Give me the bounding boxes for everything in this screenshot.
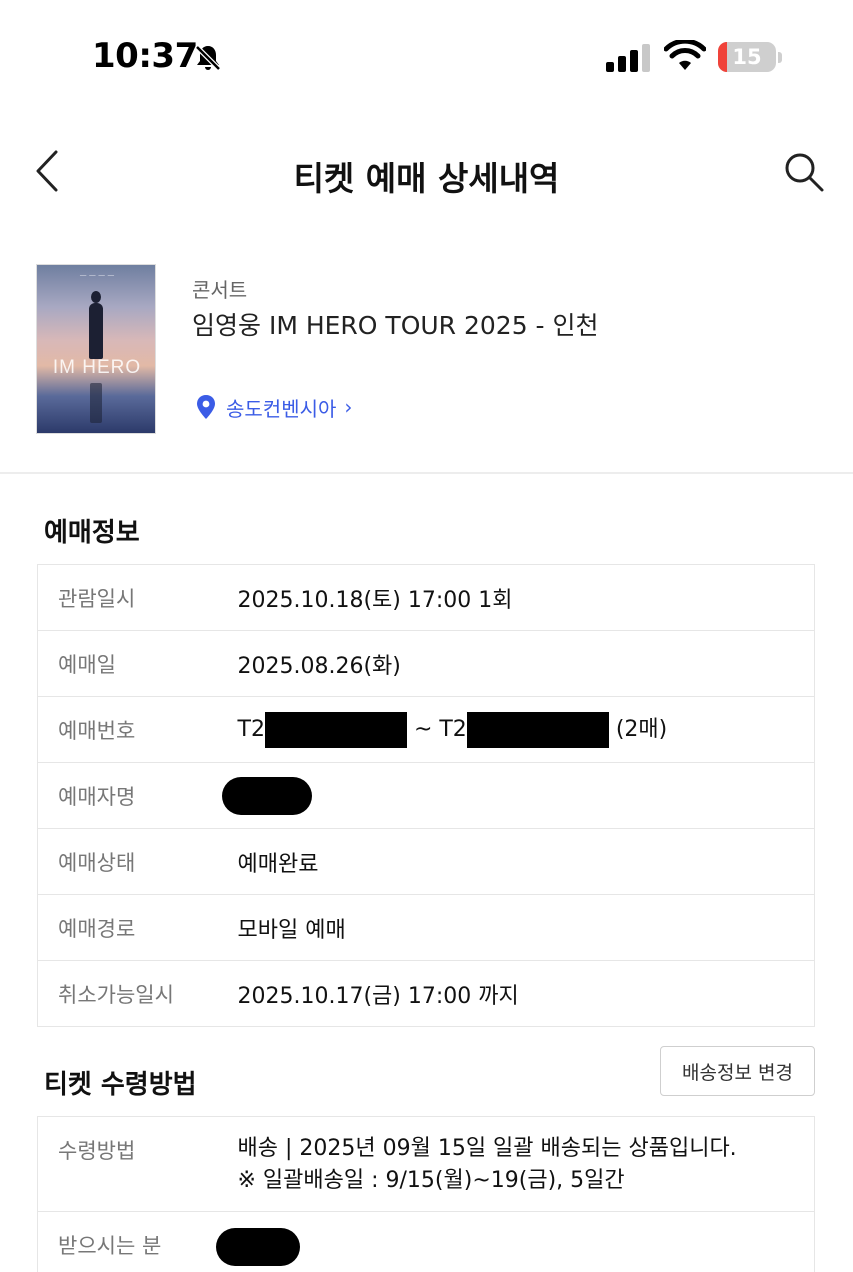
table-row: 예매일 2025.08.26(화) bbox=[37, 630, 815, 697]
redaction-bar bbox=[466, 712, 609, 748]
row-value: 2025.08.26(화) bbox=[217, 630, 815, 697]
table-row: 예매경로 모바일 예매 bbox=[37, 894, 815, 961]
redaction-blob bbox=[221, 776, 312, 815]
redaction-blob bbox=[215, 1228, 300, 1266]
row-label: 예매자명 bbox=[37, 762, 218, 829]
battery-percent: 15 bbox=[732, 45, 762, 69]
page-header: 티켓 예매 상세내역 bbox=[0, 130, 853, 214]
status-bar: 10:37 15 bbox=[0, 0, 853, 110]
row-value: 모바일 예매 bbox=[217, 894, 815, 961]
table-row: 관람일시 2025.10.18(토) 17:00 1회 bbox=[37, 564, 815, 631]
ticket-receipt-title: 티켓 수령방법 bbox=[44, 1070, 197, 1100]
row-value bbox=[217, 762, 815, 829]
table-row: 취소가능일시 2025.10.17(금) 17:00 까지 bbox=[37, 960, 815, 1027]
row-value: 2025.10.18(토) 17:00 1회 bbox=[217, 564, 815, 631]
row-label: 관람일시 bbox=[37, 564, 218, 631]
row-label: 예매번호 bbox=[37, 696, 218, 763]
battery-icon: 15 bbox=[718, 42, 782, 72]
table-row: 받으시는 분 bbox=[37, 1211, 815, 1272]
row-label: 예매경로 bbox=[37, 894, 218, 961]
row-value bbox=[215, 1211, 815, 1272]
ticket-receipt-table: 수령방법 배송 | 2025년 09월 15일 일괄 배송되는 상품입니다. ※… bbox=[37, 1116, 815, 1272]
row-label: 취소가능일시 bbox=[37, 960, 218, 1027]
redaction-bar bbox=[264, 712, 407, 748]
search-icon[interactable] bbox=[782, 150, 826, 194]
poster-logo: IM HERO bbox=[52, 357, 142, 378]
booking-number-prefix: T2 bbox=[237, 717, 265, 742]
poster-figure bbox=[89, 303, 103, 359]
event-name: 임영웅 IM HERO TOUR 2025 - 인천 bbox=[192, 311, 599, 340]
poster-caption: — — — — bbox=[79, 271, 115, 279]
booking-info-title: 예매정보 bbox=[44, 518, 140, 548]
row-label: 예매일 bbox=[37, 630, 218, 697]
table-row: 수령방법 배송 | 2025년 09월 15일 일괄 배송되는 상품입니다. ※… bbox=[37, 1116, 815, 1212]
delivery-note: ※ 일괄배송일 : 9/15(월)~19(금), 5일간 bbox=[237, 1168, 625, 1193]
booking-number: T2 ~ T2 (2매) bbox=[217, 696, 815, 763]
venue-link[interactable]: 송도컨벤시아 › bbox=[196, 392, 352, 422]
table-row: 예매상태 예매완료 bbox=[37, 828, 815, 895]
page-title: 티켓 예매 상세내역 bbox=[293, 159, 560, 198]
row-value: 배송 | 2025년 09월 15일 일괄 배송되는 상품입니다. ※ 일괄배송… bbox=[217, 1116, 815, 1212]
location-pin-icon bbox=[197, 395, 215, 419]
ticket-count: (2매) bbox=[615, 717, 668, 742]
row-value: 예매완료 bbox=[217, 828, 815, 895]
row-label: 예매상태 bbox=[37, 828, 218, 895]
event-poster[interactable]: — — — — IM HERO bbox=[36, 264, 156, 434]
booking-number-separator: ~ T2 bbox=[413, 717, 467, 742]
booking-info-table: 관람일시 2025.10.18(토) 17:00 1회 예매일 2025.08.… bbox=[37, 564, 815, 1027]
change-delivery-button[interactable]: 배송정보 변경 bbox=[660, 1046, 815, 1096]
table-row: 예매번호 T2 ~ T2 (2매) bbox=[37, 696, 815, 763]
event-category: 콘서트 bbox=[192, 278, 248, 302]
bell-off-icon bbox=[195, 45, 221, 71]
wifi-icon bbox=[664, 40, 706, 70]
table-row: 예매자명 bbox=[37, 762, 815, 829]
row-value: 2025.10.17(금) 17:00 까지 bbox=[217, 960, 815, 1027]
section-divider bbox=[0, 472, 853, 474]
chevron-right-icon: › bbox=[344, 395, 353, 419]
row-label: 받으시는 분 bbox=[37, 1211, 218, 1272]
delivery-method: 배송 | 2025년 09월 15일 일괄 배송되는 상품입니다. bbox=[237, 1136, 737, 1161]
venue-name: 송도컨벤시아 bbox=[226, 396, 337, 421]
cellular-signal-icon bbox=[606, 44, 650, 72]
row-label: 수령방법 bbox=[37, 1116, 218, 1212]
status-time: 10:37 bbox=[92, 36, 198, 76]
